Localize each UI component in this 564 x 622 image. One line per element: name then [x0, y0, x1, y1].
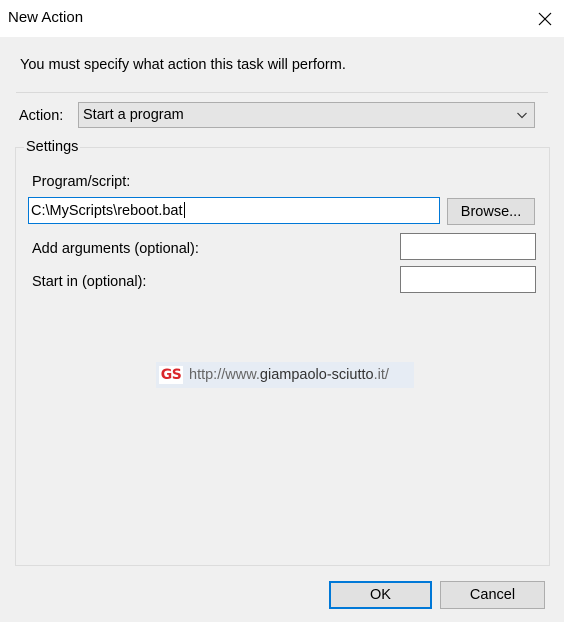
action-selected-value: Start a program	[83, 107, 184, 123]
program-script-input[interactable]: C:\MyScripts\reboot.bat	[28, 197, 440, 224]
program-script-value: C:\MyScripts\reboot.bat	[31, 203, 183, 219]
action-label: Action:	[19, 108, 64, 124]
program-script-label: Program/script:	[32, 174, 131, 190]
window-title: New Action	[8, 9, 84, 26]
chevron-down-icon	[517, 112, 527, 119]
ok-button[interactable]: OK	[329, 581, 432, 609]
watermark-url-domain: giampaolo-sciutto	[259, 367, 374, 383]
cancel-button[interactable]: Cancel	[440, 581, 545, 609]
watermark: GS http://www.giampaolo-sciutto.it/	[156, 362, 414, 388]
instruction-text: You must specify what action this task w…	[20, 57, 346, 73]
arguments-label: Add arguments (optional):	[32, 241, 199, 257]
arguments-input[interactable]	[400, 233, 536, 260]
start-in-input[interactable]	[400, 266, 536, 293]
start-in-label: Start in (optional):	[32, 274, 147, 290]
watermark-url: http://www.giampaolo-sciutto.it/	[189, 367, 389, 383]
title-bar	[0, 0, 564, 37]
browse-button[interactable]: Browse...	[447, 198, 535, 225]
divider	[16, 92, 548, 93]
settings-legend: Settings	[24, 139, 81, 155]
action-dropdown[interactable]: Start a program	[78, 102, 535, 128]
gs-logo: GS	[159, 366, 183, 384]
close-button[interactable]	[526, 0, 564, 37]
watermark-url-prefix: http://www.	[189, 367, 260, 383]
watermark-url-suffix: .it/	[373, 367, 389, 383]
close-icon	[538, 12, 552, 25]
text-caret	[183, 202, 185, 218]
